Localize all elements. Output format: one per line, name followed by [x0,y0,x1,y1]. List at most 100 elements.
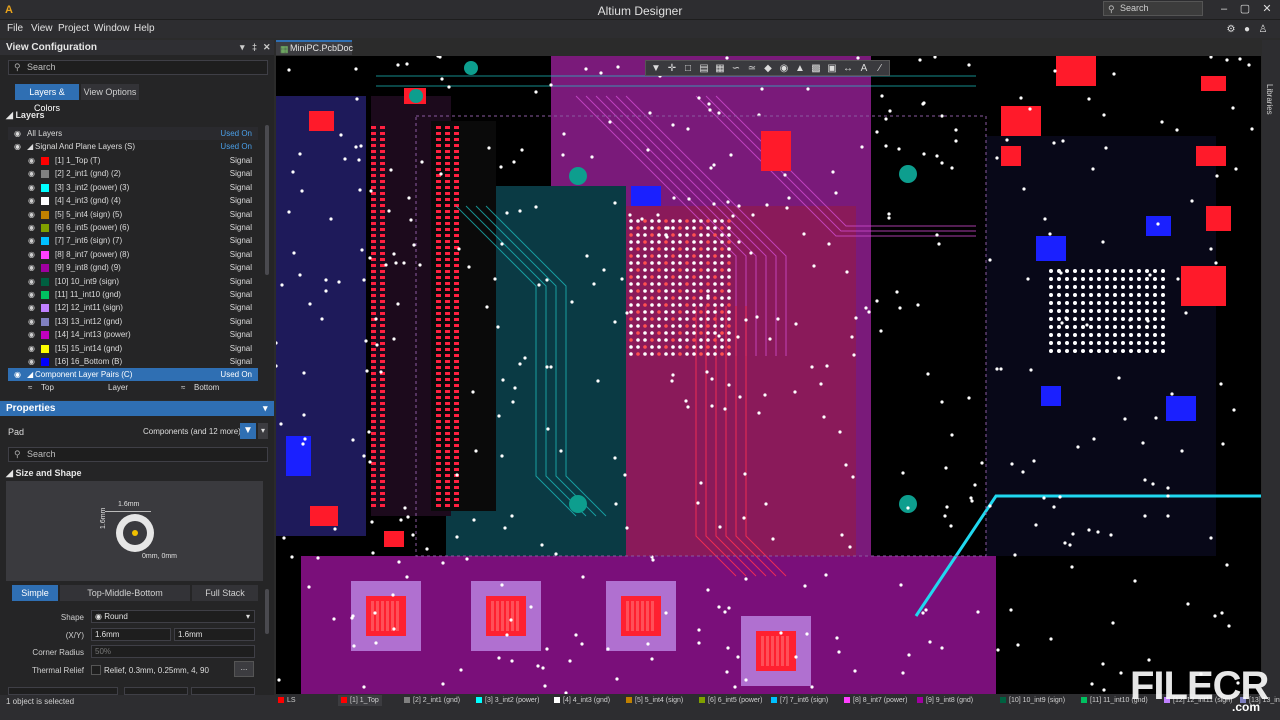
layer-tab[interactable]: [3] 3_int2 (power) [476,695,539,706]
layer-tab[interactable]: [4] 4_int3 (gnd) [554,695,610,706]
eye-icon[interactable]: ◉ [28,315,35,328]
eye-icon[interactable]: ◉ [28,208,35,221]
layer-color-swatch[interactable] [41,183,49,192]
corner-radius-input[interactable]: 50% [91,645,255,658]
eye-icon[interactable]: ◉ [28,248,35,261]
layer-row[interactable]: ◉ [6] 6_int5 (power) (6) Signal [8,221,258,234]
document-tab[interactable]: ▦ MiniPC.PcbDoc * [276,40,353,66]
layer-tab[interactable]: [2] 2_int1 (gnd) [404,695,460,706]
place-component-icon[interactable]: ▦ [713,62,727,75]
layer-row[interactable]: ◉ [2] 2_int1 (gnd) (2) Signal [8,167,258,180]
libraries-panel-tab[interactable]: Libraries [1265,84,1274,115]
highlight-icon[interactable]: ◆ [761,62,775,75]
eye-icon[interactable]: ◉ [28,355,35,368]
layer-color-swatch[interactable] [41,331,49,340]
thermal-relief-checkbox[interactable] [91,665,101,675]
tab-layers-colors[interactable]: Layers & Colors [15,84,79,113]
menu-window[interactable]: Window [94,23,130,34]
panel-menu-icon[interactable]: ▾ [240,40,245,55]
minimize-button[interactable]: – [1215,2,1233,17]
properties-scrollbar[interactable] [265,589,269,634]
component-pairs-row[interactable]: ◉ ◢ Component Layer Pairs (C) Used On [8,368,258,381]
layer-row[interactable]: ◉ [4] 4_int3 (gnd) (4) Signal [8,194,258,207]
eye-icon[interactable]: ◉ [28,342,35,355]
layer-list-scrollbar[interactable] [265,125,269,275]
layer-tab[interactable]: [8] 8_int7 (power) [844,695,907,706]
layer-color-swatch[interactable] [41,210,49,219]
tab-top-middle-bottom[interactable]: Top-Middle-Bottom [60,585,190,601]
filter-icon[interactable]: ▼ [649,62,663,75]
region-icon[interactable]: ▣ [825,62,839,75]
layer-row[interactable]: ◉ [8] 8_int7 (power) (8) Signal [8,248,258,261]
fill-icon[interactable]: ▩ [809,62,823,75]
eye-icon[interactable]: ◉ [28,301,35,314]
collapse-arrow-icon[interactable]: ◢ [6,468,13,478]
layer-row[interactable]: ◉ [9] 9_int8 (gnd) (9) Signal [8,261,258,274]
next-field-input-2[interactable] [124,687,188,695]
layer-color-swatch[interactable] [41,344,49,353]
eye-icon[interactable]: ◉ [14,140,21,153]
select-rect-icon[interactable]: □ [681,62,695,75]
maximize-button[interactable]: ▢ [1236,2,1254,17]
layer-row[interactable]: ◉ [5] 5_int4 (sign) (5) Signal [8,208,258,221]
layer-color-swatch[interactable] [41,250,49,259]
layer-row[interactable]: ◉ [15] 15_int14 (gnd) Signal [8,342,258,355]
all-layers-row[interactable]: ◉ All Layers Used On [8,127,258,140]
menu-help[interactable]: Help [134,23,155,34]
pad-y-input[interactable]: 1.6mm [174,628,255,641]
via-icon[interactable]: ◉ [777,62,791,75]
thermal-relief-edit-button[interactable]: ... [234,661,254,677]
layer-row[interactable]: ◉ [10] 10_int9 (sign) Signal [8,275,258,288]
view-config-search[interactable]: ⚲ Search [8,60,268,75]
close-button[interactable]: ✕ [1258,2,1276,17]
menu-project[interactable]: Project [58,23,89,34]
eye-icon[interactable]: ◉ [14,368,21,381]
layer-tab[interactable]: [10] 10_int9 (sign) [1000,695,1065,706]
eye-icon[interactable]: ◉ [14,127,21,140]
eye-icon[interactable]: ◉ [28,275,35,288]
layer-color-swatch[interactable] [41,291,49,299]
layer-row[interactable]: ◉ [1] 1_Top (T) Signal [8,154,258,167]
eye-icon[interactable]: ◉ [28,261,35,274]
properties-search[interactable]: ⚲ Search [8,447,268,462]
expand-arrow-icon[interactable]: ◢ [27,140,33,153]
filter-scope-label[interactable]: Components (and 12 more) [143,427,241,436]
polygon-icon[interactable]: ▲ [793,62,807,75]
layer-color-swatch[interactable] [41,237,49,246]
eye-icon[interactable]: ◉ [28,181,35,194]
user-icon[interactable]: ♙ [1256,23,1270,36]
next-field-input-3[interactable] [191,687,255,695]
eye-icon[interactable]: ◉ [28,221,35,234]
next-field-input[interactable] [8,687,118,695]
settings-gear-icon[interactable]: ⚙ [1224,23,1238,36]
layer-color-swatch[interactable] [41,264,49,273]
layer-row[interactable]: ◉ [3] 3_int2 (power) (3) Signal [8,181,258,194]
panel-menu-icon[interactable]: ▾ [263,401,268,416]
layer-tab[interactable]: [6] 6_int5 (power) [699,695,762,706]
expand-arrow-icon[interactable]: ◢ [27,368,33,381]
layer-color-swatch[interactable] [41,358,49,366]
align-icon[interactable]: ▤ [697,62,711,75]
layer-tab[interactable]: [5] 5_int4 (sign) [626,695,683,706]
menu-view[interactable]: View [31,23,53,34]
menu-file[interactable]: File [7,23,23,34]
layer-row[interactable]: ◉ [11] 11_int10 (gnd) Signal [8,288,258,301]
layer-color-swatch[interactable] [41,157,49,165]
eye-icon[interactable]: ◉ [28,194,35,207]
layer-tab[interactable]: [1] 1_Top [338,695,382,706]
filter-icon[interactable]: ▼ [240,423,256,439]
layer-tab[interactable]: [9] 9_int8 (gnd) [917,695,973,706]
layer-tab[interactable]: LS [278,695,296,706]
interactive-route-icon[interactable]: ≃ [745,62,759,75]
signal-group-row[interactable]: ◉ ◢ Signal And Plane Layers (S) Used On [8,140,258,153]
eye-icon[interactable]: ◉ [28,154,35,167]
layer-row[interactable]: ◉ [14] 14_int13 (power) Signal [8,328,258,341]
layer-color-swatch[interactable] [41,304,49,313]
line-icon[interactable]: ∕ [873,62,887,75]
move-icon[interactable]: ✛ [665,62,679,75]
layer-color-swatch[interactable] [41,277,49,286]
tab-view-options[interactable]: View Options [81,84,139,100]
layer-tab[interactable]: [7] 7_int6 (sign) [771,695,828,706]
notifications-icon[interactable]: ● [1240,23,1254,36]
shape-select[interactable]: ◉ Round ▾ [91,610,255,623]
